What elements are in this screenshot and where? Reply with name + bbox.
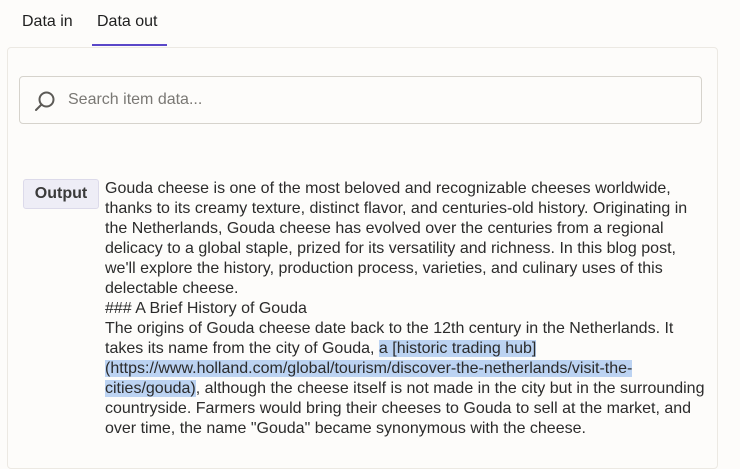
output-badge: Output: [23, 179, 99, 209]
tab-data-in[interactable]: Data in: [22, 13, 73, 31]
search-icon: [35, 91, 55, 111]
search-box[interactable]: [19, 76, 702, 124]
search-input[interactable]: [68, 77, 688, 123]
output-text-before: Gouda cheese is one of the most beloved …: [105, 180, 688, 357]
tab-bar: Data in Data out: [0, 0, 740, 47]
tab-data-out[interactable]: Data out: [97, 13, 157, 31]
output-value[interactable]: Gouda cheese is one of the most beloved …: [105, 179, 705, 452]
output-text-after: , although the cheese itself is not made…: [105, 380, 705, 437]
active-tab-indicator: [92, 44, 167, 46]
